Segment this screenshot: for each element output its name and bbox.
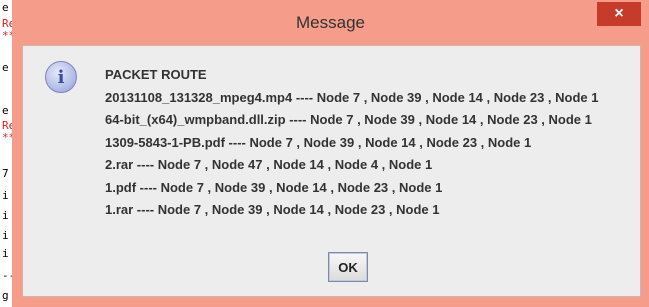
info-icon: i	[45, 61, 77, 93]
message-heading: PACKET ROUTE	[105, 67, 207, 82]
close-button[interactable]: ×	[597, 2, 641, 26]
dialog-title: Message	[296, 13, 365, 32]
ok-button[interactable]: OK	[328, 252, 368, 282]
console-line: i	[2, 189, 9, 202]
route-line: 64-bit_(x64)_wmpband.dll.zip ---- Node 7…	[105, 112, 592, 127]
route-line: 1309-5843-1-PB.pdf ---- Node 7 , Node 39…	[105, 134, 532, 150]
dialog-title-bar[interactable]: Message ×	[12, 0, 649, 44]
route-line: 20131108_131328_mpeg4.mp4 ---- Node 7 , …	[105, 89, 599, 105]
route-line: 1.pdf ---- Node 7 , Node 39 , Node 14 , …	[105, 179, 443, 195]
console-line: i	[2, 209, 9, 222]
console-line: 7	[2, 167, 9, 180]
close-icon: ×	[614, 5, 624, 22]
console-line: g	[2, 289, 9, 302]
message-dialog: Message × i PACKET ROUTE 20131108_131328…	[12, 0, 649, 307]
route-line: 2.rar ---- Node 7 , Node 47 , Node 14 , …	[105, 157, 433, 172]
console-line: e	[2, 1, 9, 14]
console-line: i	[2, 247, 9, 260]
dialog-content: i PACKET ROUTE 20131108_131328_mpeg4.mp4…	[22, 45, 641, 297]
route-line: 1.rar ---- Node 7 , Node 39 , Node 14 , …	[105, 202, 440, 217]
message-text: PACKET ROUTE 20131108_131328_mpeg4.mp4 -…	[105, 64, 599, 222]
console-line: i	[2, 229, 9, 242]
